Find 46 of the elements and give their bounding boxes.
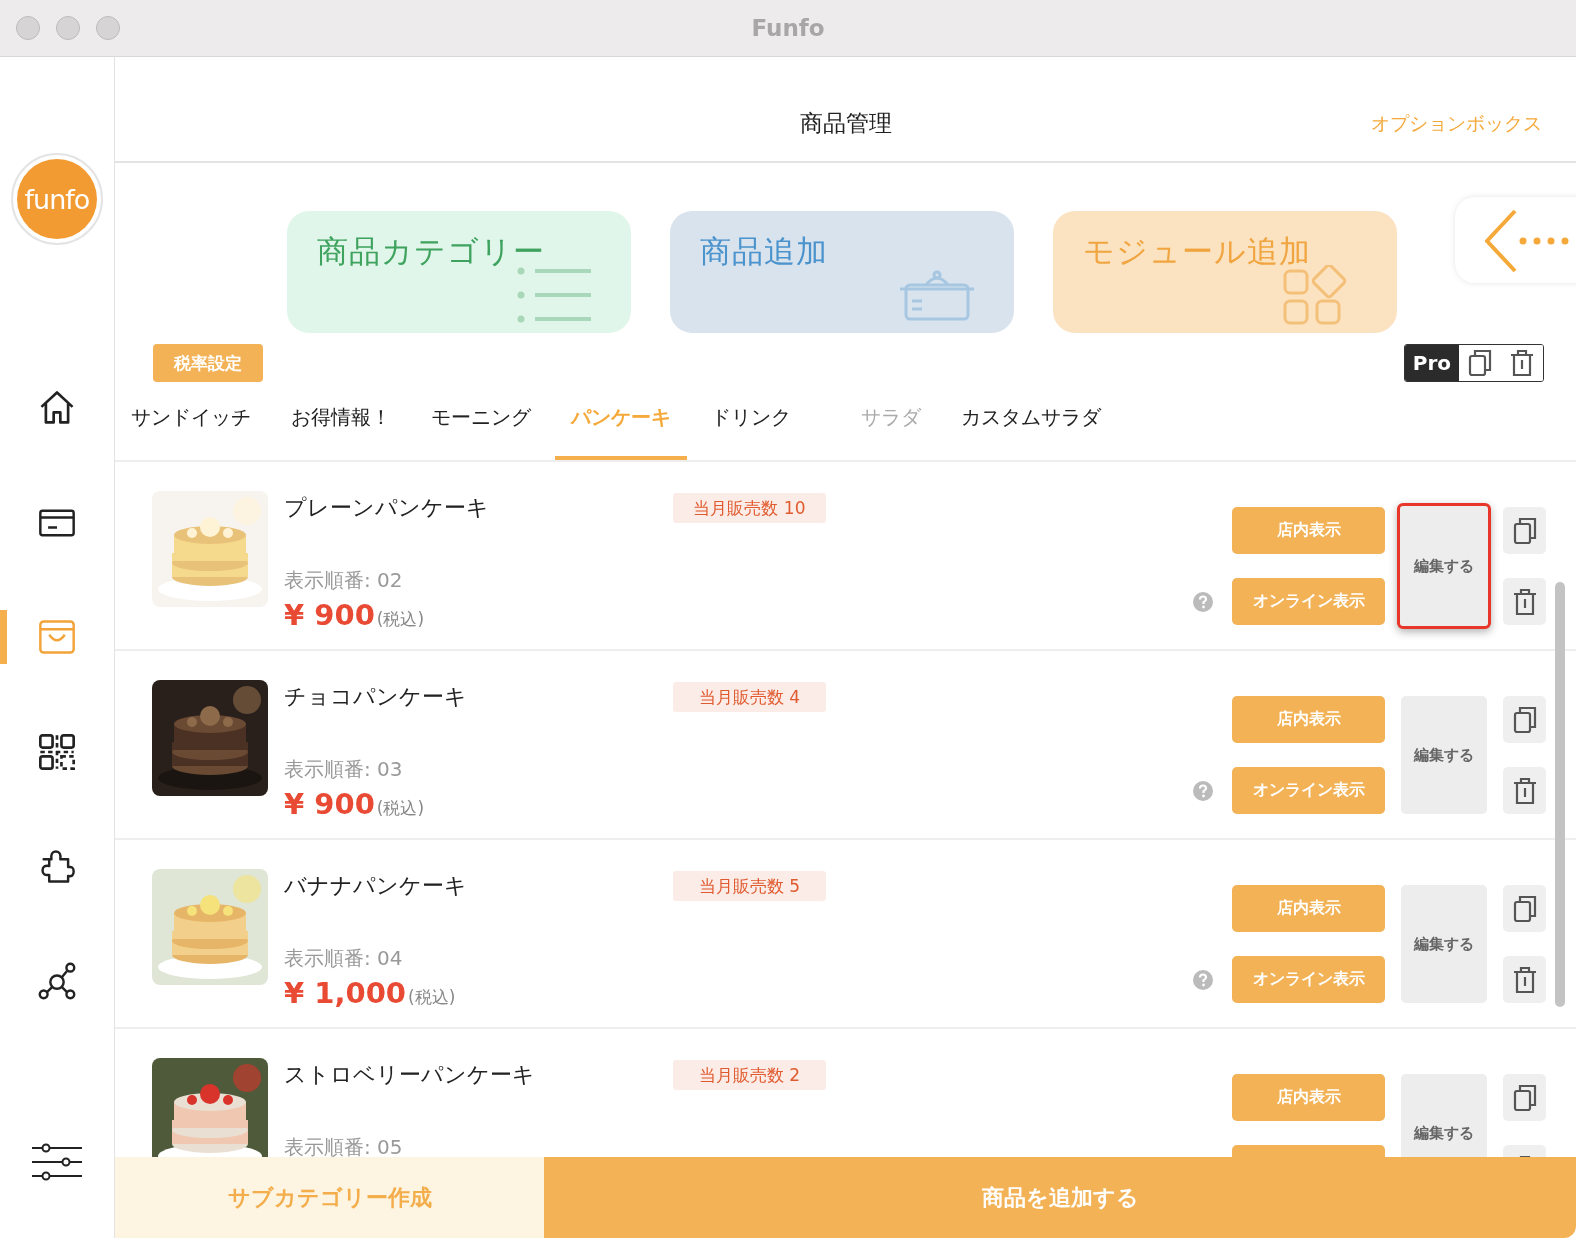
in-store-display-button[interactable]: 店内表示 xyxy=(1232,885,1385,932)
category-card[interactable]: 商品カテゴリー xyxy=(287,211,631,333)
display-order: 表示順番: 02 xyxy=(284,567,404,593)
category-tab[interactable]: パンケーキ xyxy=(555,402,687,460)
product-name: プレーンパンケーキ xyxy=(284,494,490,522)
edit-button[interactable]: 編集する xyxy=(1401,885,1487,1003)
tax-note: (税込) xyxy=(376,797,425,820)
product-name: バナナパンケーキ xyxy=(284,872,468,900)
online-display-button[interactable]: オンライン表示 xyxy=(1232,956,1385,1003)
window-title: Funfo xyxy=(751,15,825,41)
in-store-display-button[interactable]: 店内表示 xyxy=(1232,696,1385,743)
monthly-sales-badge: 当月販売数 2 xyxy=(673,1060,826,1090)
add-product-button[interactable]: 商品を追加する xyxy=(544,1157,1576,1238)
product-name: チョコパンケーキ xyxy=(284,683,468,711)
product-card[interactable]: 商品追加 xyxy=(670,211,1014,333)
product-price: ¥ 900 xyxy=(284,597,375,633)
monthly-sales-badge: 当月販売数 4 xyxy=(673,682,826,712)
monthly-sales-badge: 当月販売数 10 xyxy=(673,493,826,523)
category-tab[interactable]: お得情報！ xyxy=(275,402,407,460)
module-card[interactable]: モジュール追加 xyxy=(1053,211,1397,333)
tax-note: (税込) xyxy=(376,608,425,631)
edit-button[interactable]: 編集する xyxy=(1401,696,1487,814)
funfo-logo: funfo xyxy=(17,159,97,239)
category-tab[interactable]: モーニング xyxy=(415,402,547,460)
category-tab[interactable]: サンドイッチ xyxy=(115,402,267,460)
option-box-link[interactable]: オプションボックス xyxy=(1371,111,1542,137)
online-display-button[interactable]: オンライン表示 xyxy=(1232,767,1385,814)
monthly-sales-badge: 当月販売数 5 xyxy=(673,871,826,901)
product-price: ¥ 1,000 xyxy=(284,975,406,1011)
tax-note: (税込) xyxy=(408,986,456,1009)
product-price: ¥ 900 xyxy=(284,786,375,822)
category-tab[interactable]: カスタムサラダ xyxy=(945,402,1117,460)
in-store-display-button[interactable]: 店内表示 xyxy=(1232,1074,1385,1121)
display-order: 表示順番: 04 xyxy=(284,945,404,971)
edit-button[interactable]: 編集する xyxy=(1401,1074,1487,1157)
pro-label: Pro xyxy=(1404,345,1459,381)
edit-button[interactable]: 編集する xyxy=(1397,503,1491,629)
create-subcategory-button[interactable]: サブカテゴリー作成 xyxy=(115,1157,544,1238)
tax-rate-button[interactable]: 税率設定 xyxy=(153,344,263,382)
display-order: 表示順番: 03 xyxy=(284,756,404,782)
display-order: 表示順番: 05 xyxy=(284,1134,404,1157)
in-store-display-button[interactable]: 店内表示 xyxy=(1232,507,1385,554)
page-title: 商品管理 xyxy=(799,109,892,138)
category-tab[interactable]: ドリンク xyxy=(695,402,807,460)
product-name: ストロベリーパンケーキ xyxy=(284,1061,536,1089)
online-display-button[interactable]: オンライン表示 xyxy=(1232,578,1385,625)
